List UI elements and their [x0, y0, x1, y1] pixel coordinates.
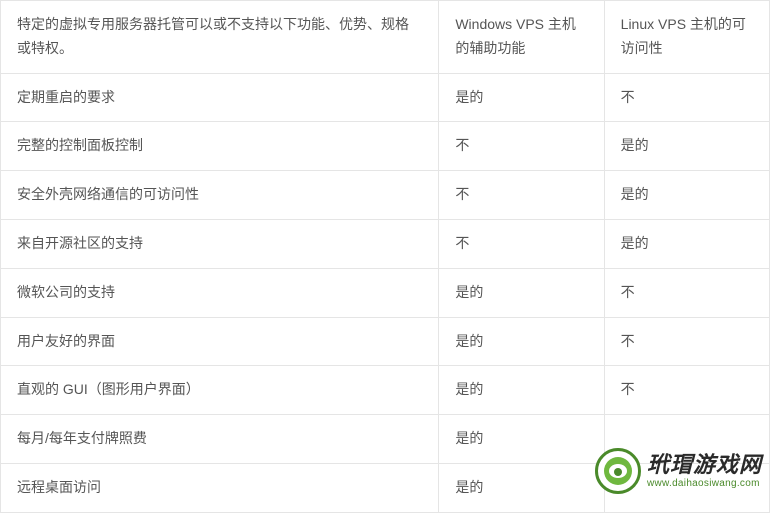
- header-linux: Linux VPS 主机的可访问性: [604, 1, 769, 74]
- cell-feature: 远程桌面访问: [1, 463, 439, 512]
- table-row: 来自开源社区的支持 不 是的: [1, 219, 770, 268]
- cell-linux: 是的: [604, 171, 769, 220]
- cell-feature: 定期重启的要求: [1, 73, 439, 122]
- cell-windows: 不: [439, 122, 604, 171]
- table-header-row: 特定的虚拟专用服务器托管可以或不支持以下功能、优势、规格或特权。 Windows…: [1, 1, 770, 74]
- cell-feature: 微软公司的支持: [1, 268, 439, 317]
- watermark: 玳瑁游戏网 www.daihaosiwang.com: [595, 448, 762, 494]
- comparison-table: 特定的虚拟专用服务器托管可以或不支持以下功能、优势、规格或特权。 Windows…: [0, 0, 770, 513]
- cell-windows: 不: [439, 219, 604, 268]
- cell-linux: 不: [604, 317, 769, 366]
- cell-windows: 是的: [439, 366, 604, 415]
- cell-feature: 每月/每年支付牌照费: [1, 415, 439, 464]
- cell-feature: 安全外壳网络通信的可访问性: [1, 171, 439, 220]
- table-row: 安全外壳网络通信的可访问性 不 是的: [1, 171, 770, 220]
- watermark-text: 玳瑁游戏网 www.daihaosiwang.com: [647, 453, 762, 488]
- table-row: 定期重启的要求 是的 不: [1, 73, 770, 122]
- cell-feature: 来自开源社区的支持: [1, 219, 439, 268]
- cell-linux: 不: [604, 366, 769, 415]
- table-row: 用户友好的界面 是的 不: [1, 317, 770, 366]
- watermark-title: 玳瑁游戏网: [647, 453, 762, 477]
- cell-windows: 是的: [439, 73, 604, 122]
- header-windows: Windows VPS 主机的辅助功能: [439, 1, 604, 74]
- cell-windows: 是的: [439, 268, 604, 317]
- table-row: 直观的 GUI（图形用户界面） 是的 不: [1, 366, 770, 415]
- table-row: 微软公司的支持 是的 不: [1, 268, 770, 317]
- cell-linux: 不: [604, 268, 769, 317]
- watermark-logo-icon: [595, 448, 641, 494]
- cell-windows: 是的: [439, 415, 604, 464]
- cell-feature: 完整的控制面板控制: [1, 122, 439, 171]
- header-feature: 特定的虚拟专用服务器托管可以或不支持以下功能、优势、规格或特权。: [1, 1, 439, 74]
- cell-feature: 用户友好的界面: [1, 317, 439, 366]
- cell-feature: 直观的 GUI（图形用户界面）: [1, 366, 439, 415]
- cell-windows: 不: [439, 171, 604, 220]
- cell-linux: 是的: [604, 219, 769, 268]
- cell-linux: 是的: [604, 122, 769, 171]
- table-row: 完整的控制面板控制 不 是的: [1, 122, 770, 171]
- cell-windows: 是的: [439, 317, 604, 366]
- cell-windows: 是的: [439, 463, 604, 512]
- cell-linux: 不: [604, 73, 769, 122]
- watermark-url: www.daihaosiwang.com: [647, 478, 762, 489]
